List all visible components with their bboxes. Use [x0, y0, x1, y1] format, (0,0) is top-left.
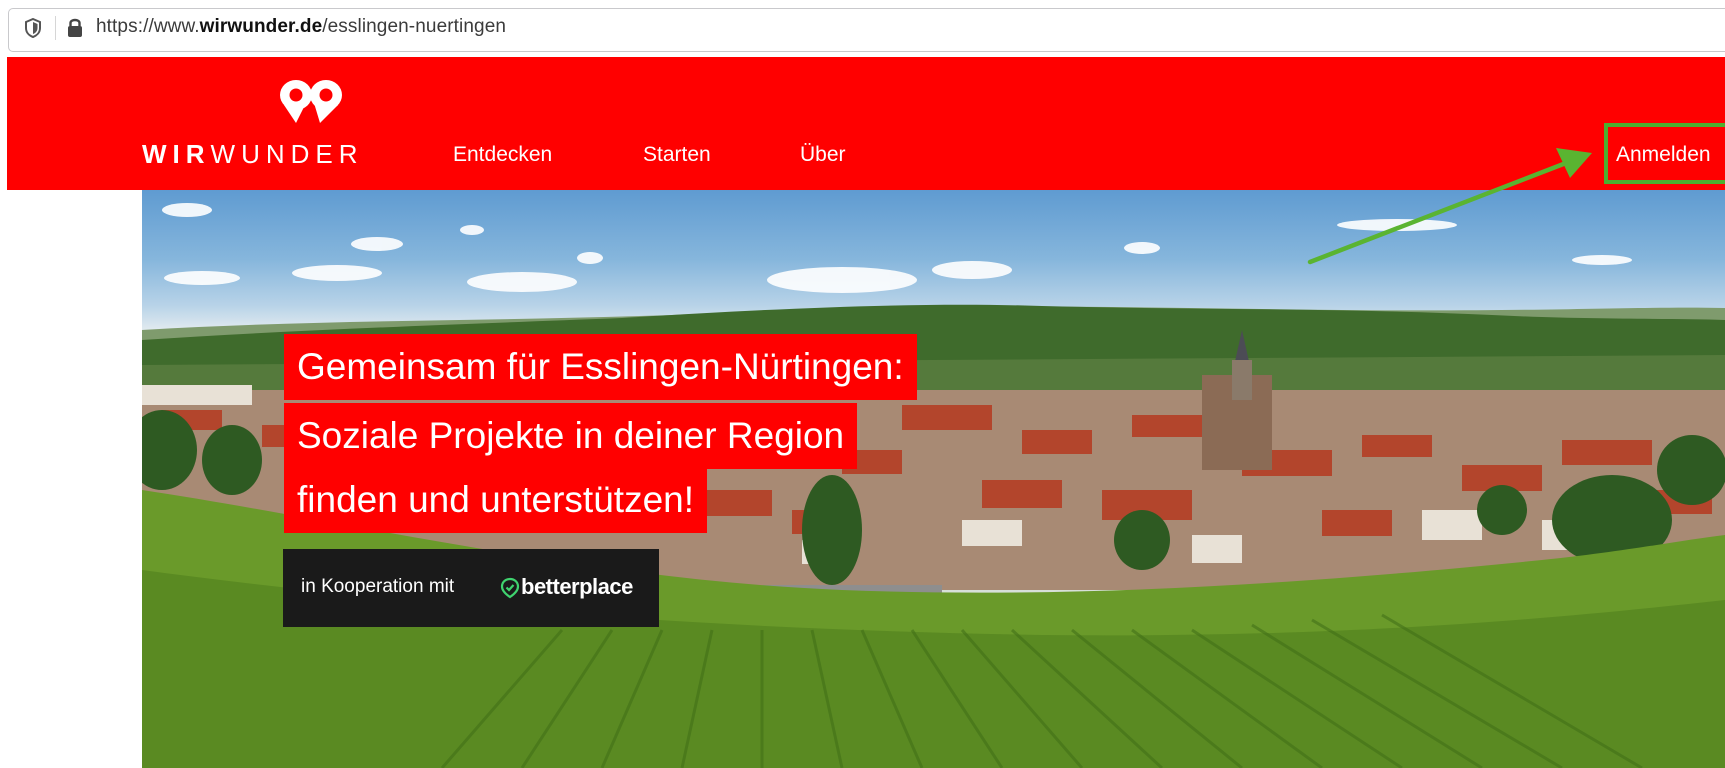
annotation-arrow: [1307, 148, 1592, 265]
